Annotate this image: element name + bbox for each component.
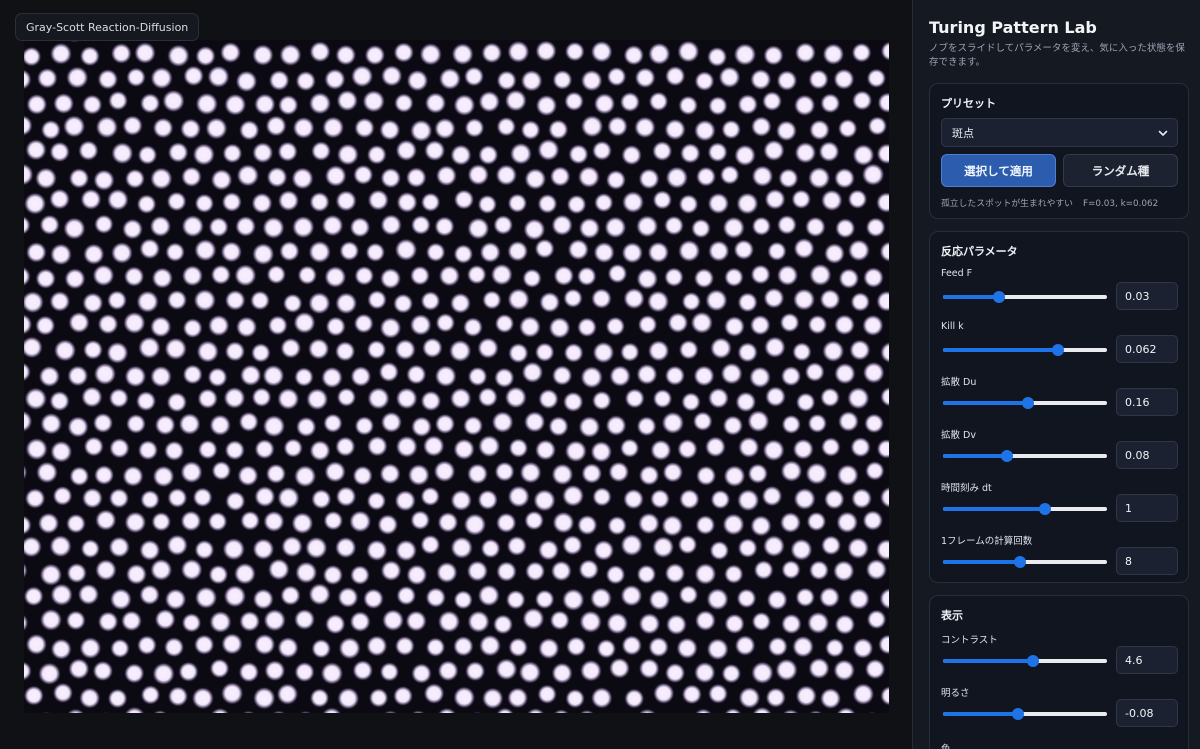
param-label: 1フレームの計算回数 [941,536,1033,547]
reaction-params-card: 反応パラメータ Feed F 0.03 Kill k 0.062 拡散 Du 0… [929,231,1189,583]
app-root: Gray-Scott Reaction-Diffusion Turing Pat… [0,0,1200,749]
slider-thumb[interactable] [1038,503,1051,515]
slider-thumb[interactable] [1000,450,1013,462]
preset-heading: プリセット [941,97,996,110]
param-dv: 拡散 Dv 0.08 [941,427,1181,477]
dt-slider[interactable] [943,502,1107,516]
slider-thumb[interactable] [1014,556,1027,568]
canvas-title-badge: Gray-Scott Reaction-Diffusion [15,13,200,41]
param-label: Feed F [941,268,973,279]
dv-slider[interactable] [943,449,1107,463]
chevron-down-icon [1158,130,1168,136]
apply-preset-button[interactable]: 選択して適用 [941,154,1056,187]
du-value-input[interactable]: 0.16 [1116,388,1178,416]
slider-thumb[interactable] [1022,397,1035,409]
param-brightness: 明るさ -0.08 [941,685,1181,735]
dt-value-input[interactable]: 1 [1116,494,1178,522]
steps-slider[interactable] [943,555,1107,569]
param-label: 拡散 Du [941,377,977,388]
simulation-canvas[interactable] [24,40,889,713]
preset-card: プリセット 斑点 選択して適用 ランダム種 孤立したスポットが生まれやすい F=0… [929,83,1189,219]
simulation-stage: Gray-Scott Reaction-Diffusion [0,0,912,749]
param-du: 拡散 Du 0.16 [941,374,1181,424]
param-feed: Feed F 0.03 [941,268,1181,318]
param-contrast: コントラスト 4.6 [941,632,1181,682]
preset-select-value: 斑点 [952,126,974,140]
preset-note-params: F=0.03, k=0.062 [1082,199,1159,209]
brightness-value-input[interactable]: -0.08 [1116,699,1178,727]
preset-note-text: 孤立したスポットが生まれやすい [941,199,1073,209]
display-heading: 表示 [941,609,963,622]
param-label: 明るさ [941,688,970,699]
kill-value-input[interactable]: 0.062 [1116,335,1178,363]
slider-thumb[interactable] [1027,655,1040,667]
reaction-params-heading: 反応パラメータ [941,245,1018,258]
kill-slider[interactable] [943,343,1107,357]
contrast-value-input[interactable]: 4.6 [1116,646,1178,674]
contrast-slider[interactable] [943,654,1107,668]
random-seed-button[interactable]: ランダム種 [1063,154,1178,187]
display-card: 表示 コントラスト 4.6 明るさ -0.08 色 [929,595,1189,749]
param-label: コントラスト [941,635,998,646]
dv-value-input[interactable]: 0.08 [1116,441,1178,469]
param-steps: 1フレームの計算回数 8 [941,533,1181,583]
param-label: Kill k [941,321,964,332]
color-label: 色 [941,741,951,749]
param-dt: 時間刻み dt 1 [941,480,1181,530]
panel-title: Turing Pattern Lab [929,18,1097,37]
feed-slider[interactable] [943,290,1107,304]
feed-value-input[interactable]: 0.03 [1116,282,1178,310]
slider-thumb[interactable] [1012,708,1025,720]
du-slider[interactable] [943,396,1107,410]
preset-note: 孤立したスポットが生まれやすい F=0.03, k=0.062 [941,196,1158,209]
control-panel: Turing Pattern Lab ノブをスライドしてパラメータを変え、気に入… [912,0,1200,749]
param-label: 拡散 Dv [941,430,976,441]
slider-thumb[interactable] [1051,344,1064,356]
panel-description: ノブをスライドしてパラメータを変え、気に入った状態を保存できます。 [929,43,1185,68]
param-kill: Kill k 0.062 [941,321,1181,371]
slider-thumb[interactable] [992,291,1005,303]
preset-select[interactable]: 斑点 [941,118,1178,147]
steps-value-input[interactable]: 8 [1116,547,1178,575]
param-label: 時間刻み dt [941,483,992,494]
brightness-slider[interactable] [943,707,1107,721]
